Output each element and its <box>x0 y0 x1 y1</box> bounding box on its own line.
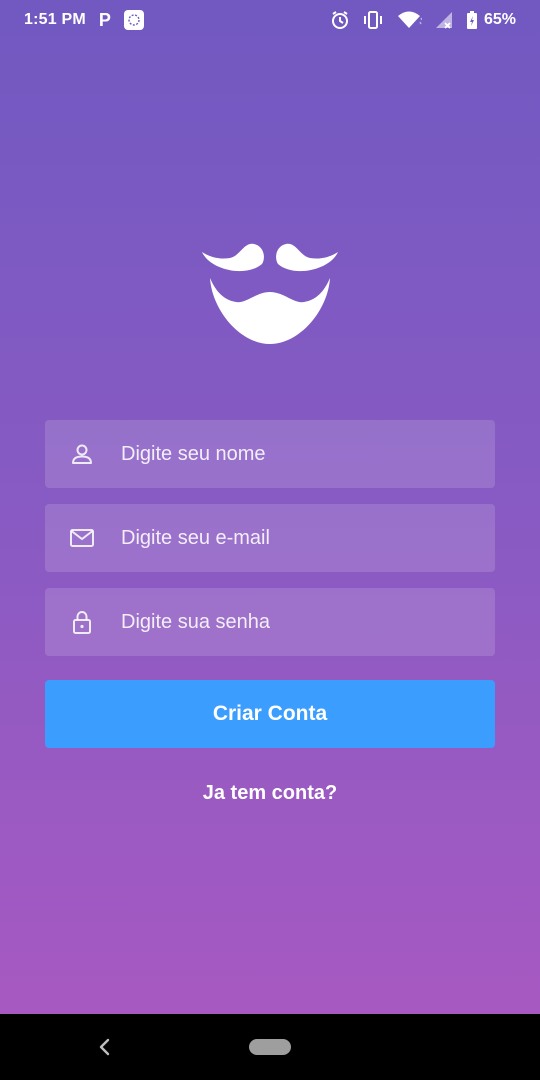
navigation-bar <box>0 1014 540 1080</box>
status-bar: 1:51 PM P 65% <box>0 0 540 40</box>
have-account-link[interactable]: Ja tem conta? <box>0 782 540 805</box>
signal-icon <box>434 10 454 30</box>
battery-icon <box>466 10 478 30</box>
battery-status: 65% <box>466 10 516 30</box>
signup-form <box>45 420 495 672</box>
user-icon <box>69 441 95 467</box>
mustache-beard-logo <box>200 240 340 345</box>
home-pill[interactable] <box>249 1039 291 1055</box>
password-field[interactable] <box>45 588 495 656</box>
app-badge-p: P <box>98 10 111 30</box>
status-bar-left: 1:51 PM P <box>24 10 144 30</box>
chevron-left-icon[interactable] <box>92 1034 116 1060</box>
email-field[interactable] <box>45 504 495 572</box>
create-account-button[interactable]: Criar Conta <box>45 680 495 748</box>
name-field[interactable] <box>45 420 495 488</box>
mail-icon <box>69 525 95 551</box>
password-input[interactable] <box>119 609 483 635</box>
email-input[interactable] <box>119 525 483 551</box>
notification-icon <box>123 10 144 30</box>
status-bar-right: 65% <box>330 10 516 30</box>
vibrate-icon <box>362 10 384 30</box>
battery-percent: 65% <box>483 11 516 28</box>
lock-icon <box>69 609 95 635</box>
alarm-icon <box>330 10 350 30</box>
status-time: 1:51 PM <box>24 11 86 28</box>
name-input[interactable] <box>119 441 483 467</box>
wifi-icon <box>396 10 422 30</box>
